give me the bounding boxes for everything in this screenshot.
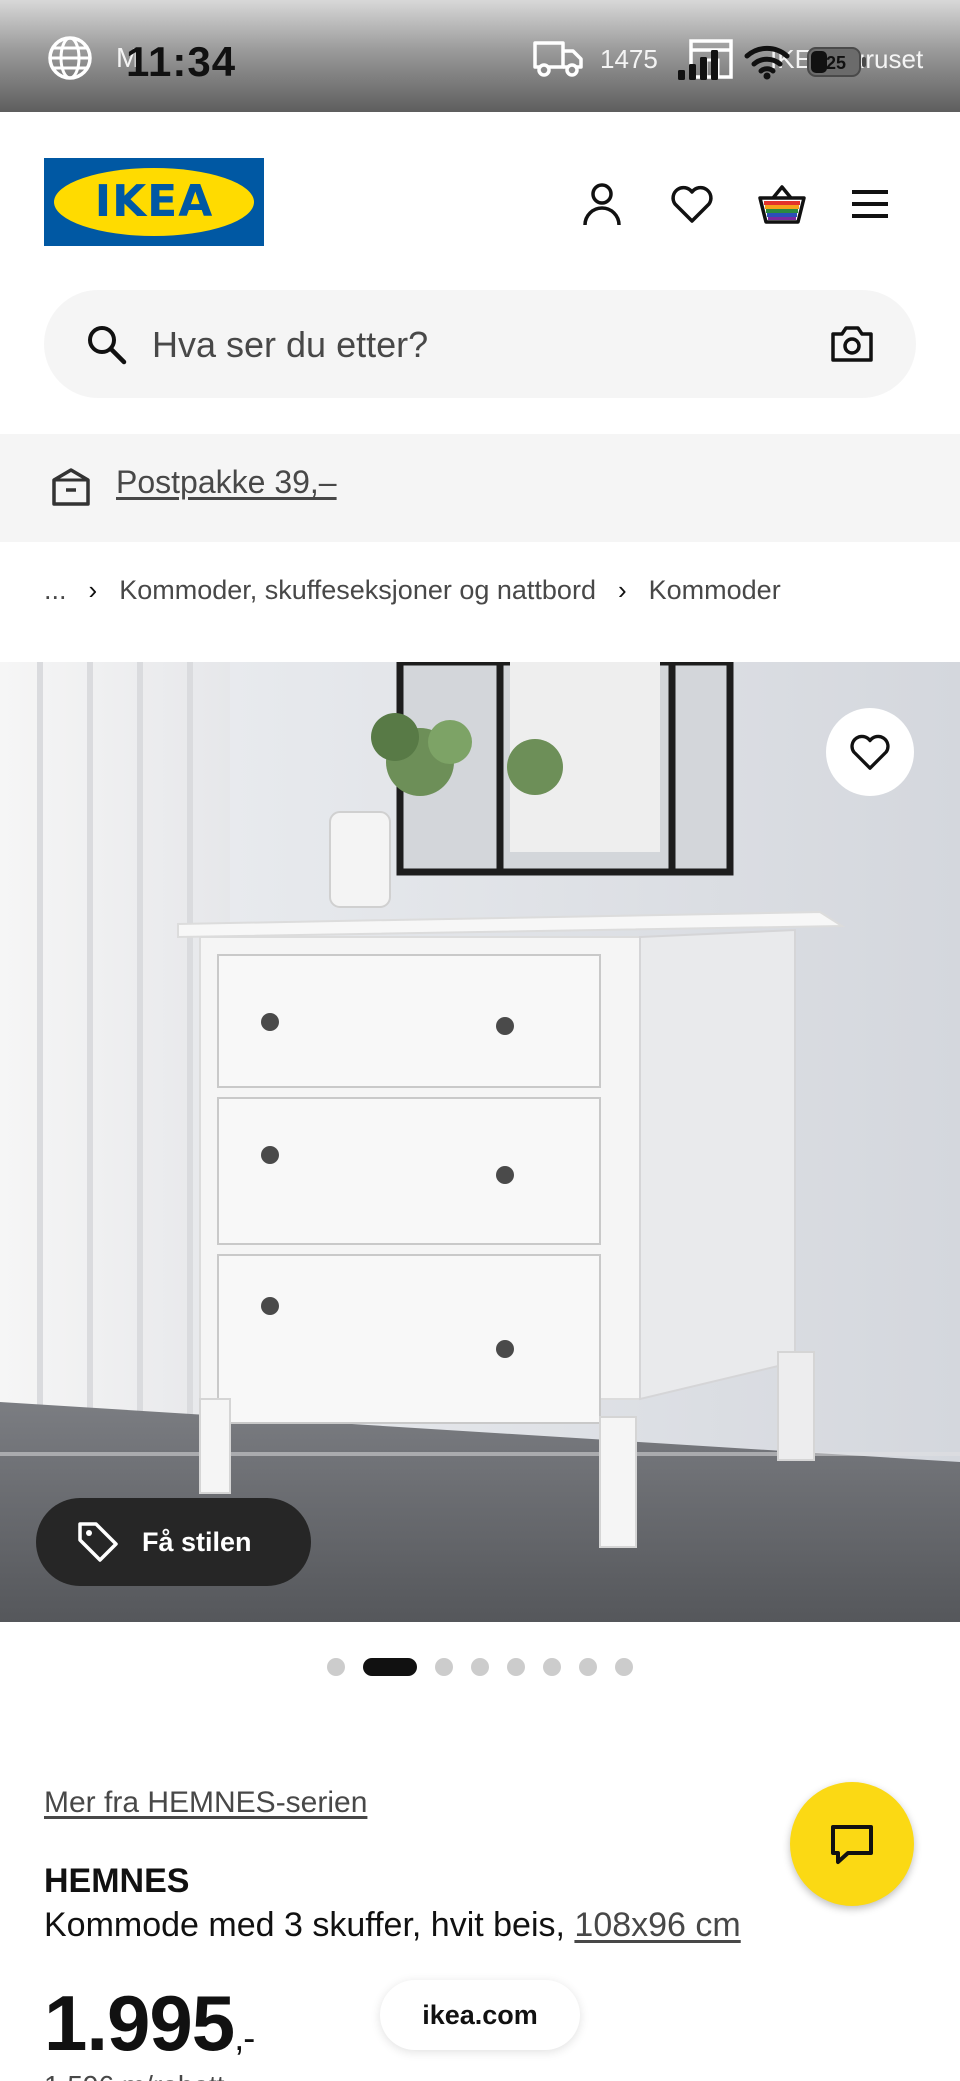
- carousel-dot[interactable]: [327, 1658, 345, 1676]
- carousel-dot[interactable]: [435, 1658, 453, 1676]
- search-input[interactable]: Hva ser du etter?: [152, 324, 428, 366]
- search-bar[interactable]: Hva ser du etter?: [44, 290, 916, 398]
- battery-icon: 25: [807, 47, 866, 77]
- carousel-dot[interactable]: [579, 1658, 597, 1676]
- breadcrumb-ellipsis[interactable]: ...: [44, 575, 67, 606]
- series-link[interactable]: Mer fra HEMNES-serien: [44, 1786, 367, 1820]
- shipping-promo-banner: Postpakke 39,–: [0, 434, 960, 542]
- heart-icon: [671, 185, 713, 223]
- carousel-dot[interactable]: [471, 1658, 489, 1676]
- get-the-style-button[interactable]: Få stilen: [36, 1498, 311, 1586]
- get-the-style-label: Få stilen: [142, 1526, 252, 1557]
- product-name: HEMNES: [44, 1862, 190, 1900]
- breadcrumb-item-category[interactable]: Kommoder, skuffeseksjoner og nattbord: [119, 575, 596, 606]
- chevron-right-icon: ›: [88, 574, 98, 605]
- add-to-wishlist-button[interactable]: [826, 708, 914, 796]
- price-main: 1.995: [44, 1979, 235, 2067]
- status-bar: M 11:34 1475 IKEA Furuset 25: [0, 0, 960, 112]
- price-tag-icon: [78, 1522, 118, 1562]
- breadcrumb-item-current[interactable]: Kommoder: [649, 575, 781, 606]
- browser-url-pill[interactable]: ikea.com: [380, 1980, 580, 2050]
- camera-icon[interactable]: [828, 320, 876, 368]
- wishlist-button[interactable]: [666, 178, 718, 230]
- dimensions-link[interactable]: 108x96 cm: [574, 1906, 740, 1944]
- product-image[interactable]: Få stilen: [0, 662, 960, 1622]
- delivery-count: 1475: [600, 44, 658, 74]
- price-decimal: ,-: [234, 2017, 255, 2058]
- parcel-box-icon: [52, 468, 90, 506]
- discount-price: 1.596 m/rabatt: [44, 2070, 225, 2081]
- cart-button[interactable]: [756, 178, 808, 230]
- carousel-dot[interactable]: [543, 1658, 561, 1676]
- carousel-dot[interactable]: [615, 1658, 633, 1676]
- product-price: 1.995,-: [44, 1978, 255, 2069]
- image-carousel-indicator: [0, 1657, 960, 1677]
- product-description: Kommode med 3 skuffer, hvit beis, 108x96…: [44, 1906, 741, 1945]
- shipping-promo-link[interactable]: Postpakke 39,–: [116, 464, 337, 501]
- menu-button[interactable]: [844, 178, 896, 230]
- globe-icon: [48, 36, 92, 80]
- account-button[interactable]: [576, 178, 628, 230]
- carousel-dot-active[interactable]: [363, 1658, 417, 1676]
- ikea-logo[interactable]: IKEA: [44, 158, 264, 246]
- chat-button[interactable]: [790, 1782, 914, 1906]
- cellular-signal-icon: [678, 50, 718, 80]
- product-description-text: Kommode med 3 skuffer, hvit beis,: [44, 1906, 565, 1944]
- search-icon: [88, 326, 127, 365]
- dresser-photo: [0, 662, 960, 1622]
- carousel-dot[interactable]: [507, 1658, 525, 1676]
- shopping-bag-icon: [758, 185, 806, 224]
- person-icon: [583, 183, 621, 226]
- status-time: 11:34: [126, 38, 237, 85]
- hamburger-menu-icon: [852, 190, 888, 218]
- battery-level: 25: [826, 53, 846, 73]
- delivery-truck-icon: [533, 41, 583, 77]
- wifi-icon: [744, 45, 790, 80]
- chat-bubble-icon: [831, 1825, 873, 1864]
- breadcrumb: ... › Kommoder, skuffeseksjoner og nattb…: [44, 570, 781, 610]
- heart-icon: [850, 734, 890, 770]
- chevron-right-icon: ›: [617, 574, 627, 605]
- site-header: IKEA: [0, 112, 960, 292]
- logo-text: IKEA: [94, 176, 214, 227]
